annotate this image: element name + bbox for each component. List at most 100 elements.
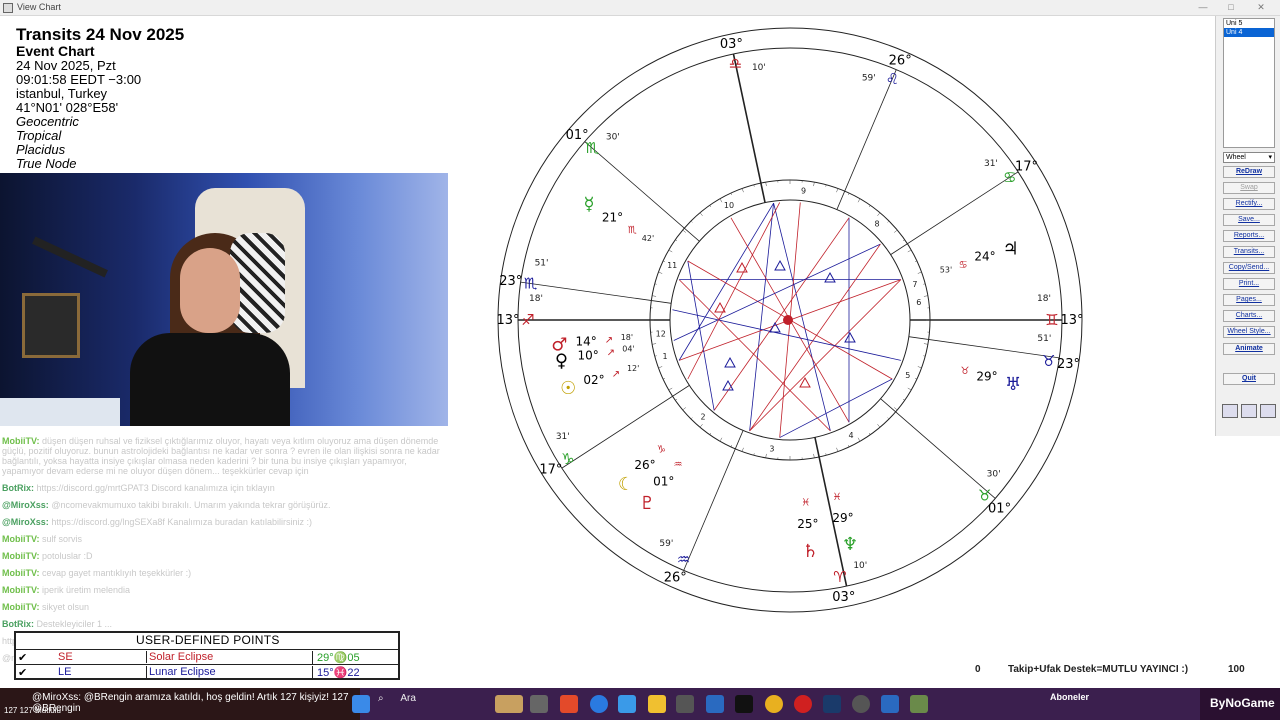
task-view-icon[interactable]: [530, 695, 548, 713]
quit-button[interactable]: Quit: [1223, 373, 1275, 385]
cusp-sign-icon: ♎: [729, 55, 742, 73]
planet-degree: 10°: [577, 349, 598, 363]
chart-list-item[interactable]: Uni 5: [1224, 19, 1274, 28]
print-button[interactable]: Print...: [1223, 278, 1275, 290]
cusp-degree: 13°: [1060, 313, 1083, 328]
planet-icon: ☿: [584, 194, 595, 215]
chat-text: https://discord.gg/lngSEXa8f Kanalımıza …: [51, 517, 312, 527]
minimize-button[interactable]: —: [1192, 1, 1214, 14]
monitor-icon[interactable]: [1222, 404, 1238, 418]
chart-date: 24 Nov 2025, Pzt: [16, 58, 116, 73]
close-button[interactable]: ✕: [1250, 1, 1272, 14]
redraw-button[interactable]: ReDraw: [1223, 166, 1275, 178]
chat-user: MobiiTV:: [2, 568, 40, 578]
degree-tick: [741, 188, 744, 193]
cusp-minutes: 31': [984, 159, 998, 169]
check-icon: ✔: [18, 652, 28, 664]
cusp-minutes: 18': [529, 294, 543, 304]
udp-name: Solar Eclipse: [146, 651, 312, 663]
chat-message: MobiiTV: potoluslar :D: [2, 551, 442, 561]
planet-icon: ♇: [639, 493, 655, 514]
degree-tick: [887, 220, 890, 223]
tiktok-icon[interactable]: [735, 695, 753, 713]
maximize-button[interactable]: □: [1220, 1, 1242, 14]
degree-tick: [682, 407, 686, 411]
copilot-icon[interactable]: [618, 695, 636, 713]
degree-tick: [699, 212, 703, 216]
house-number: 9: [801, 187, 806, 196]
cusp-degree: 01°: [988, 502, 1011, 517]
opera-icon[interactable]: [794, 695, 812, 713]
planet-minutes: 53': [940, 265, 952, 274]
app-window-icon[interactable]: [881, 695, 899, 713]
chart-option: Placidus: [16, 142, 66, 157]
degree-tick: [923, 343, 928, 345]
cusp-degree: 17°: [1015, 159, 1038, 174]
ticker-left: 0: [975, 664, 981, 675]
obs-icon[interactable]: [852, 695, 870, 713]
charts-button[interactable]: Charts...: [1223, 310, 1275, 322]
chrome-icon[interactable]: [765, 695, 783, 713]
store-icon[interactable]: [676, 695, 694, 713]
chat-user: BotRix:: [2, 483, 34, 493]
mail-icon[interactable]: [706, 695, 724, 713]
weather-icon[interactable]: [495, 695, 523, 713]
copy-send-button[interactable]: Copy/Send...: [1223, 262, 1275, 274]
aspect-triangle-icon: [774, 259, 786, 271]
chat-message: MobiiTV: cevap gayet mantıklıyıh teşekkü…: [2, 568, 442, 578]
chat-user: MobiiTV:: [2, 534, 40, 544]
chart-list-item[interactable]: Uni 4: [1224, 28, 1274, 37]
chat-message: BotRix: Destekleyiciler 1 ...: [2, 619, 442, 629]
chart-list[interactable]: Uni 5 Uni 4: [1223, 18, 1275, 148]
udp-pos: 29°♍05: [312, 651, 398, 664]
degree-tick: [709, 205, 712, 208]
planet-minutes: 12': [627, 364, 639, 373]
degree-tick: [699, 424, 703, 428]
ticker-right: 100: [1228, 664, 1245, 675]
chat-user: @MiroXss:: [2, 500, 49, 510]
folder-icon[interactable]: [648, 695, 666, 713]
taskbar-search[interactable]: ⌕ Ara: [378, 693, 478, 715]
app-game-icon[interactable]: [910, 695, 928, 713]
edge-icon[interactable]: [590, 695, 608, 713]
house-cusp-line: [890, 171, 1019, 255]
chevron-down-icon: ▾: [1268, 154, 1272, 161]
chart-option: True Node: [16, 156, 77, 171]
degree-tick: [682, 229, 686, 233]
cusp-sign-icon: ♉: [1042, 352, 1055, 370]
printer-icon[interactable]: [1241, 404, 1257, 418]
steam-icon[interactable]: [823, 695, 841, 713]
start-icon[interactable]: [352, 695, 370, 713]
planet-sign-icon: ♋: [959, 260, 968, 271]
cusp-sign-icon: ♉: [978, 486, 991, 504]
swap-button[interactable]: Swap: [1223, 182, 1275, 194]
wheel-style-button[interactable]: Wheel Style...: [1223, 326, 1275, 338]
degree-tick: [765, 453, 767, 458]
chart-coords: 41°N01' 028°E58': [16, 100, 119, 115]
chat-alert-text: @MiroXss: @BRengin aramıza katıldı, hoş …: [32, 692, 349, 714]
rectify-button[interactable]: Rectify...: [1223, 198, 1275, 210]
chat-message: @MiroXss: @ncomevakmumuxo takibi bırakıl…: [2, 500, 442, 510]
planet-degree: 29°: [832, 511, 853, 525]
wheel-style-value: Wheel: [1226, 154, 1246, 161]
save-button[interactable]: Save...: [1223, 214, 1275, 226]
planet-degree: 24°: [974, 250, 995, 264]
chat-user: @MiroXss:: [2, 517, 49, 527]
house-number: 8: [874, 219, 879, 228]
wheel-style-select[interactable]: Wheel ▾: [1223, 152, 1275, 163]
chat-message: MobiiTV: sulf sorvis: [2, 534, 442, 544]
transits-button[interactable]: Transits...: [1223, 246, 1275, 258]
degree-tick: [907, 387, 912, 391]
pages-button[interactable]: Pages...: [1223, 294, 1275, 306]
cusp-minutes: 59': [659, 539, 673, 549]
chat-text: iperik üretim melendia: [42, 585, 131, 595]
udp-code: SE: [58, 651, 73, 663]
aspect-line: [713, 217, 850, 411]
reports-button[interactable]: Reports...: [1223, 230, 1275, 242]
user-defined-points-box: USER-DEFINED POINTS ✔ SE Solar Eclipse 2…: [14, 631, 400, 680]
planet-sign-icon: ♏: [628, 225, 637, 236]
settings-icon[interactable]: [1260, 404, 1276, 418]
house-number: 10: [724, 201, 734, 210]
animate-button[interactable]: Animate: [1223, 343, 1275, 355]
app-icon-tf[interactable]: [560, 695, 578, 713]
